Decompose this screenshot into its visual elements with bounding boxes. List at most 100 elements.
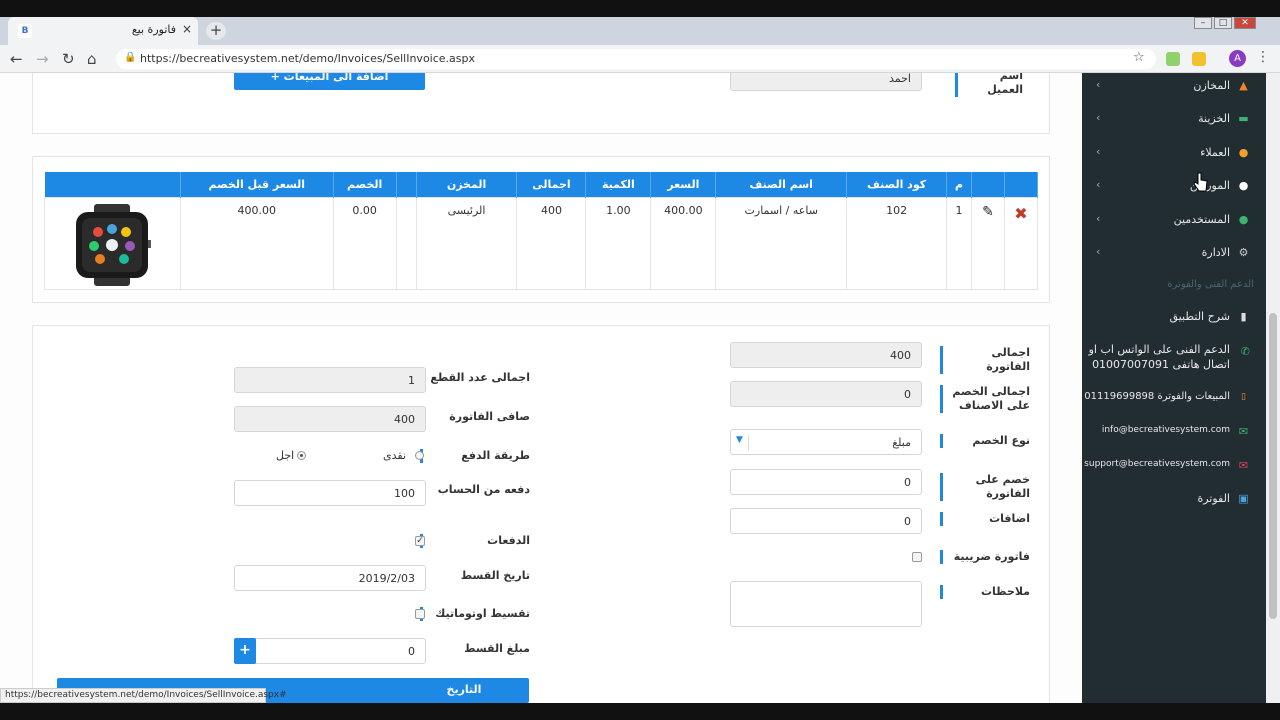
url-field[interactable]: 🔒 https://becreativesystem.net/demo/Invo… xyxy=(116,49,1156,69)
header-edit xyxy=(971,172,1005,197)
sidebar-item-suppliers[interactable]: ● الموردين ‹ xyxy=(1082,174,1266,198)
header-price: السعر xyxy=(650,172,717,197)
invoice-total-field[interactable]: 400 xyxy=(730,342,922,368)
bookmark-star-icon[interactable]: ☆ xyxy=(1133,50,1145,65)
chevron-left-icon: ‹ xyxy=(1096,145,1101,158)
chevron-left-icon: ‹ xyxy=(1096,212,1101,225)
sidebar-item-label: الادارة xyxy=(1201,246,1230,259)
header-item-code: كود الصنف xyxy=(846,172,948,197)
sidebar-item-label: المستخدمين xyxy=(1173,213,1230,226)
items-table: السعر قبل الخصم الخصم المخزن اجمالى الكم… xyxy=(44,172,1039,290)
installments-date-header: التاريخ xyxy=(446,683,482,696)
cell-price: 400.00 xyxy=(650,196,717,290)
notes-field[interactable] xyxy=(730,581,922,627)
sidebar-item-customers[interactable]: ● العملاء ‹ xyxy=(1082,141,1266,165)
tab-close-icon[interactable]: × xyxy=(182,22,192,36)
net-total-field[interactable]: 400 xyxy=(234,406,426,432)
tab-title: فاتورة بيع xyxy=(131,23,176,36)
pieces-total-label: اجمالى عدد القطع xyxy=(420,371,530,385)
sidebar-item-treasury[interactable]: ▬ الخزينة ‹ xyxy=(1082,107,1266,131)
add-to-sales-button[interactable]: + اضافة الى المبيعات xyxy=(234,73,425,90)
smartwatch-image xyxy=(76,203,152,286)
installments-label: الدفعات xyxy=(420,534,530,548)
book-icon: ▮ xyxy=(1240,310,1247,323)
browser-tab[interactable]: B فاتورة بيع × xyxy=(8,17,198,45)
notification-bell-icon[interactable] xyxy=(1192,52,1206,66)
cell-store: الرئيسى xyxy=(415,196,518,290)
window-controls: – □ ✕ xyxy=(1194,17,1274,31)
whatsapp-icon: ✆ xyxy=(1240,345,1250,358)
header-item-name: اسم الصنف xyxy=(715,172,848,197)
customer-name-label: اسم العميل xyxy=(955,73,1023,97)
items-discount-field[interactable]: 0 xyxy=(730,381,922,407)
installment-amount-field[interactable]: 0 xyxy=(234,638,426,664)
sidebar-item-label: شرح التطبيق xyxy=(1169,310,1230,323)
sidebar-item-label: الخزينة xyxy=(1198,112,1230,125)
items-discount-label: اجمالى الخصم على الاصناف xyxy=(940,385,1030,413)
forward-icon[interactable]: → xyxy=(36,50,49,68)
delete-icon[interactable]: ✖ xyxy=(1003,196,1039,290)
paid-amount-field[interactable]: 100 xyxy=(234,480,426,506)
customer-name-field[interactable]: احمد xyxy=(730,73,922,91)
home-icon[interactable]: ⌂ xyxy=(87,50,97,68)
sidebar-item-whatsapp[interactable]: ✆ الدعم الفنى على الواتس اب او اتصال هات… xyxy=(1082,343,1266,377)
installments-checkbox[interactable]: ✓ xyxy=(415,536,425,546)
chevron-left-icon: ‹ xyxy=(1096,178,1101,191)
edit-icon[interactable]: ✎ xyxy=(970,196,1005,290)
page-scrollbar[interactable] xyxy=(1266,73,1280,703)
reload-icon[interactable]: ↻ xyxy=(62,50,75,68)
sidebar-item-sales-billing[interactable]: ▯ المبيعات والفوترة 01119699898 xyxy=(1082,386,1266,410)
installment-date-label: تاريخ القسط xyxy=(420,569,530,583)
auto-split-checkbox[interactable] xyxy=(415,609,425,619)
money-icon: ▬ xyxy=(1238,112,1249,125)
whatsapp-line-1: الدعم الفنى على الواتس اب او xyxy=(1088,343,1230,356)
lock-icon: 🔒 xyxy=(124,52,137,63)
minimize-icon[interactable]: – xyxy=(1194,17,1212,29)
header-discount: الخصم xyxy=(333,172,397,197)
browser-menu-icon[interactable]: ⋮ xyxy=(1256,49,1270,65)
phone-icon: ▯ xyxy=(1241,392,1246,402)
sidebar-item-label: الفوترة xyxy=(1197,492,1230,505)
discount-type-select[interactable]: مبلغ xyxy=(730,429,922,455)
credit-radio[interactable] xyxy=(297,451,306,460)
scrollbar-thumb[interactable] xyxy=(1269,313,1277,619)
cash-radio[interactable] xyxy=(415,451,424,460)
credit-label: اجل xyxy=(276,449,295,462)
invoice-discount-field[interactable]: 0 xyxy=(730,469,922,495)
additions-label: اضافات xyxy=(940,512,1030,526)
chevron-down-icon[interactable]: ▼ xyxy=(736,435,749,451)
back-icon[interactable]: ← xyxy=(10,50,23,68)
truck-icon: ● xyxy=(1238,179,1249,192)
sidebar-item-label: support@becreativesystem.com xyxy=(1084,459,1230,469)
envelope-icon: ✉ xyxy=(1238,459,1249,472)
envelope-icon: ✉ xyxy=(1238,425,1249,438)
pieces-total-field[interactable]: 1 xyxy=(234,367,426,393)
sidebar-item-app-explain[interactable]: ▮ شرح التطبيق xyxy=(1082,305,1266,329)
whatsapp-line-2: اتصال هاتفى 01007007091 xyxy=(1092,358,1230,371)
sidebar: ▲ المخازن ‹ ▬ الخزينة ‹ ● العملاء ‹ ● ال… xyxy=(1082,73,1266,703)
tax-invoice-checkbox[interactable] xyxy=(912,552,922,562)
invoice-discount-label: خصم على الفاتورة xyxy=(940,473,1030,501)
chevron-left-icon: ‹ xyxy=(1096,111,1101,124)
sidebar-item-email-info[interactable]: ✉ info@becreativesystem.com xyxy=(1082,420,1266,444)
users-icon: ● xyxy=(1238,146,1249,159)
window-close-icon[interactable]: ✕ xyxy=(1234,17,1256,29)
sidebar-item-admin[interactable]: ⚙ الادارة ‹ xyxy=(1082,241,1266,265)
sidebar-item-label: info@becreativesystem.com xyxy=(1101,425,1230,435)
extension-icon[interactable] xyxy=(1166,52,1180,66)
maximize-icon[interactable]: □ xyxy=(1214,17,1232,29)
header-store: المخزن xyxy=(416,172,518,197)
add-installment-button[interactable]: + xyxy=(234,638,256,664)
profile-avatar-icon[interactable]: A xyxy=(1229,50,1246,67)
sidebar-item-warehouses[interactable]: ▲ المخازن ‹ xyxy=(1082,74,1266,98)
sidebar-item-users[interactable]: ● المستخدمين ‹ xyxy=(1082,208,1266,232)
new-tab-button[interactable]: + xyxy=(206,22,226,40)
additions-field[interactable]: 0 xyxy=(730,508,922,534)
cell-item-code: 102 xyxy=(846,196,948,290)
cell-total: 400 xyxy=(516,196,587,290)
header-spacer xyxy=(396,172,417,197)
installment-date-field[interactable]: 2019/2/03 xyxy=(234,565,426,591)
paid-amount-label: دفعه من الحساب xyxy=(420,483,530,497)
sidebar-item-billing[interactable]: ▣ الفوترة xyxy=(1082,487,1266,511)
sidebar-item-email-support[interactable]: ✉ support@becreativesystem.com xyxy=(1082,454,1266,478)
